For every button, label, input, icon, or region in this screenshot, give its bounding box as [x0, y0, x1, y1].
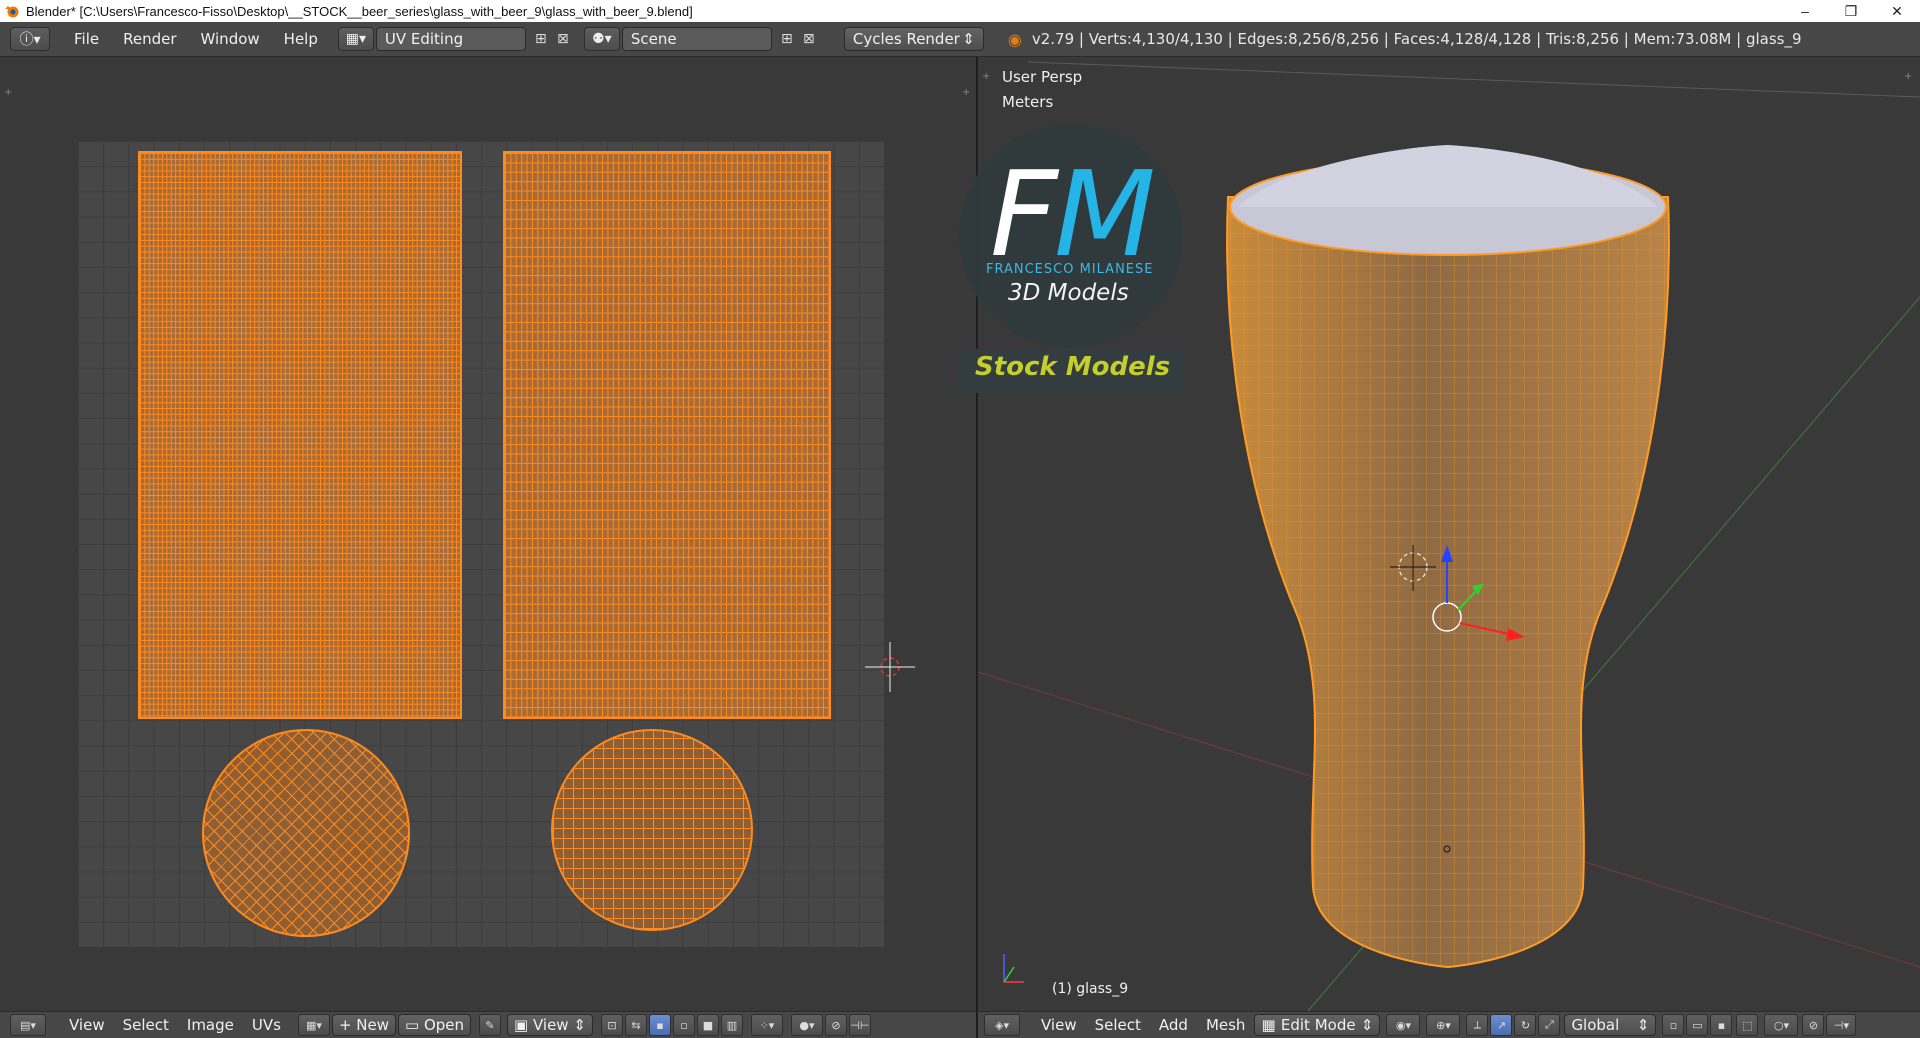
dropdown-arrows-icon: ⇕: [962, 30, 975, 48]
scene-statistics: v2.79 | Verts:4,130/4,130 | Edges:8,256/…: [1031, 30, 1802, 48]
3d-menu-add[interactable]: Add: [1150, 1013, 1197, 1037]
viewport-shading-icon[interactable]: ◉▾: [1386, 1014, 1421, 1036]
maximize-button[interactable]: ❐: [1828, 0, 1874, 22]
pin-icon[interactable]: ✎: [479, 1014, 502, 1036]
sticky-mode-icon[interactable]: ⁘▾: [750, 1014, 783, 1036]
2d-cursor-icon[interactable]: [860, 637, 920, 697]
edge-select-icon[interactable]: ▫: [672, 1014, 695, 1036]
orientation-dropdown[interactable]: Global ⇕: [1564, 1014, 1657, 1036]
render-engine-dropdown[interactable]: Cycles Render ⇕: [843, 27, 984, 51]
image-browse-icon[interactable]: ▦▾: [297, 1014, 330, 1036]
region-toggle-left-icon[interactable]: +: [4, 87, 12, 98]
uv-island-glass-outer[interactable]: [138, 151, 462, 719]
edge-select-mode-icon[interactable]: ▭: [1686, 1014, 1709, 1036]
plus-icon: +: [338, 1016, 357, 1034]
translate-manipulator-icon[interactable]: ↗: [1490, 1014, 1513, 1036]
uv-menu-uvs[interactable]: UVs: [243, 1013, 290, 1037]
uv-menu-image[interactable]: Image: [178, 1013, 243, 1037]
screen-layout-field[interactable]: UV Editing: [375, 27, 526, 51]
beer-foam-top: [1238, 145, 1658, 207]
close-window-button[interactable]: ✕: [1874, 0, 1920, 22]
logo-subtitle: 3D Models: [1008, 280, 1129, 306]
blender-logo-icon: ◉: [1007, 29, 1022, 49]
3d-menu-view[interactable]: View: [1032, 1013, 1086, 1037]
sync-selection-icon[interactable]: ⇆: [624, 1014, 647, 1036]
uv-editor-header: ▤▾ View Select Image UVs ▦▾ + New ▭ Open…: [0, 1011, 976, 1038]
open-image-button[interactable]: ▭ Open: [398, 1014, 472, 1036]
menu-window[interactable]: Window: [189, 27, 272, 51]
snap-element-icon[interactable]: ⊣▾: [1826, 1014, 1857, 1036]
island-select-icon[interactable]: ▥: [720, 1014, 743, 1036]
new-image-button[interactable]: + New: [331, 1014, 396, 1036]
pivot-icon[interactable]: ⊡: [600, 1014, 623, 1036]
view-icon: ▣: [514, 1016, 533, 1034]
editor-type-3d-icon[interactable]: ◈▾: [984, 1014, 1020, 1036]
3d-menu-mesh[interactable]: Mesh: [1197, 1013, 1255, 1037]
rotate-manipulator-icon[interactable]: ↻: [1514, 1014, 1537, 1036]
region-toggle-right-icon[interactable]: +: [962, 87, 970, 98]
logo-author-name: FRANCESCO MILANESE: [986, 262, 1154, 277]
render-engine-label: Cycles Render: [852, 30, 960, 48]
pivot-point-icon[interactable]: ⊕▾: [1426, 1014, 1461, 1036]
proportional-edit-icon[interactable]: ●▾: [790, 1014, 823, 1036]
3d-menu-select[interactable]: Select: [1086, 1013, 1150, 1037]
edit-mode-icon: ▦: [1261, 1016, 1276, 1034]
axis-gizmo-y: [1003, 966, 1015, 983]
snap-toggle-icon[interactable]: ⊘: [1802, 1014, 1825, 1036]
uv-island-beer-body[interactable]: [503, 151, 831, 719]
snap-target-icon[interactable]: ⊣⊢: [848, 1014, 871, 1036]
editor-type-info-icon[interactable]: ⓘ▾: [10, 27, 50, 51]
uv-image-editor[interactable]: + +: [0, 57, 976, 1011]
window-title-bar: Blender* [C:\Users\Francesco-Fisso\Deskt…: [0, 0, 1920, 22]
screen-layout-icon[interactable]: ▦▾: [337, 27, 374, 51]
snap-icon[interactable]: ⊘: [824, 1014, 847, 1036]
scale-manipulator-icon[interactable]: ⤢: [1538, 1014, 1561, 1036]
grid-line: [1027, 61, 1920, 98]
folder-icon: ▭: [405, 1016, 424, 1034]
remove-screen-icon[interactable]: ⊠: [552, 28, 574, 50]
mode-dropdown[interactable]: ▦ Edit Mode ⇕: [1254, 1014, 1381, 1036]
uv-island-foam-top[interactable]: [551, 729, 753, 931]
vertex-select-mode-icon[interactable]: ▫: [1662, 1014, 1685, 1036]
remove-scene-icon[interactable]: ⊠: [798, 28, 820, 50]
scene-field[interactable]: Scene: [621, 27, 772, 51]
face-select-mode-icon[interactable]: ▪: [1710, 1014, 1733, 1036]
scene-icon[interactable]: ⚉▾: [583, 27, 620, 51]
vertex-select-icon[interactable]: ▪: [648, 1014, 671, 1036]
occlude-geometry-icon[interactable]: ⬚: [1736, 1014, 1759, 1036]
add-screen-icon[interactable]: ⊞: [530, 28, 552, 50]
blender-logo-icon: [5, 6, 19, 18]
menu-file[interactable]: File: [62, 27, 111, 51]
info-header: ⓘ▾ File Render Window Help ▦▾ UV Editing…: [0, 22, 1920, 57]
face-select-icon[interactable]: ■: [696, 1014, 719, 1036]
menu-render[interactable]: Render: [111, 27, 188, 51]
3d-viewport-header: ◈▾ View Select Add Mesh ▦ Edit Mode ⇕ ◉▾ ⊕…: [978, 1011, 1920, 1038]
add-scene-icon[interactable]: ⊞: [776, 28, 798, 50]
menu-help[interactable]: Help: [272, 27, 330, 51]
active-object-label: (1) glass_9: [1052, 981, 1129, 997]
uv-island-glass-bottom[interactable]: [202, 729, 410, 937]
view-mode-dropdown[interactable]: ▣ View ⇕: [507, 1014, 593, 1036]
logo-stock-text: Stock Models: [975, 352, 1171, 382]
minimize-button[interactable]: –: [1782, 0, 1828, 22]
proportional-editing-icon[interactable]: ○▾: [1764, 1014, 1799, 1036]
uv-menu-view[interactable]: View: [60, 1013, 114, 1037]
editor-type-uv-icon[interactable]: ▤▾: [10, 1014, 46, 1036]
manipulator-toggle-icon[interactable]: ⟂: [1466, 1014, 1489, 1036]
window-title: Blender* [C:\Users\Francesco-Fisso\Deskt…: [26, 3, 693, 19]
uv-grid[interactable]: [78, 141, 884, 947]
uv-menu-select[interactable]: Select: [114, 1013, 178, 1037]
